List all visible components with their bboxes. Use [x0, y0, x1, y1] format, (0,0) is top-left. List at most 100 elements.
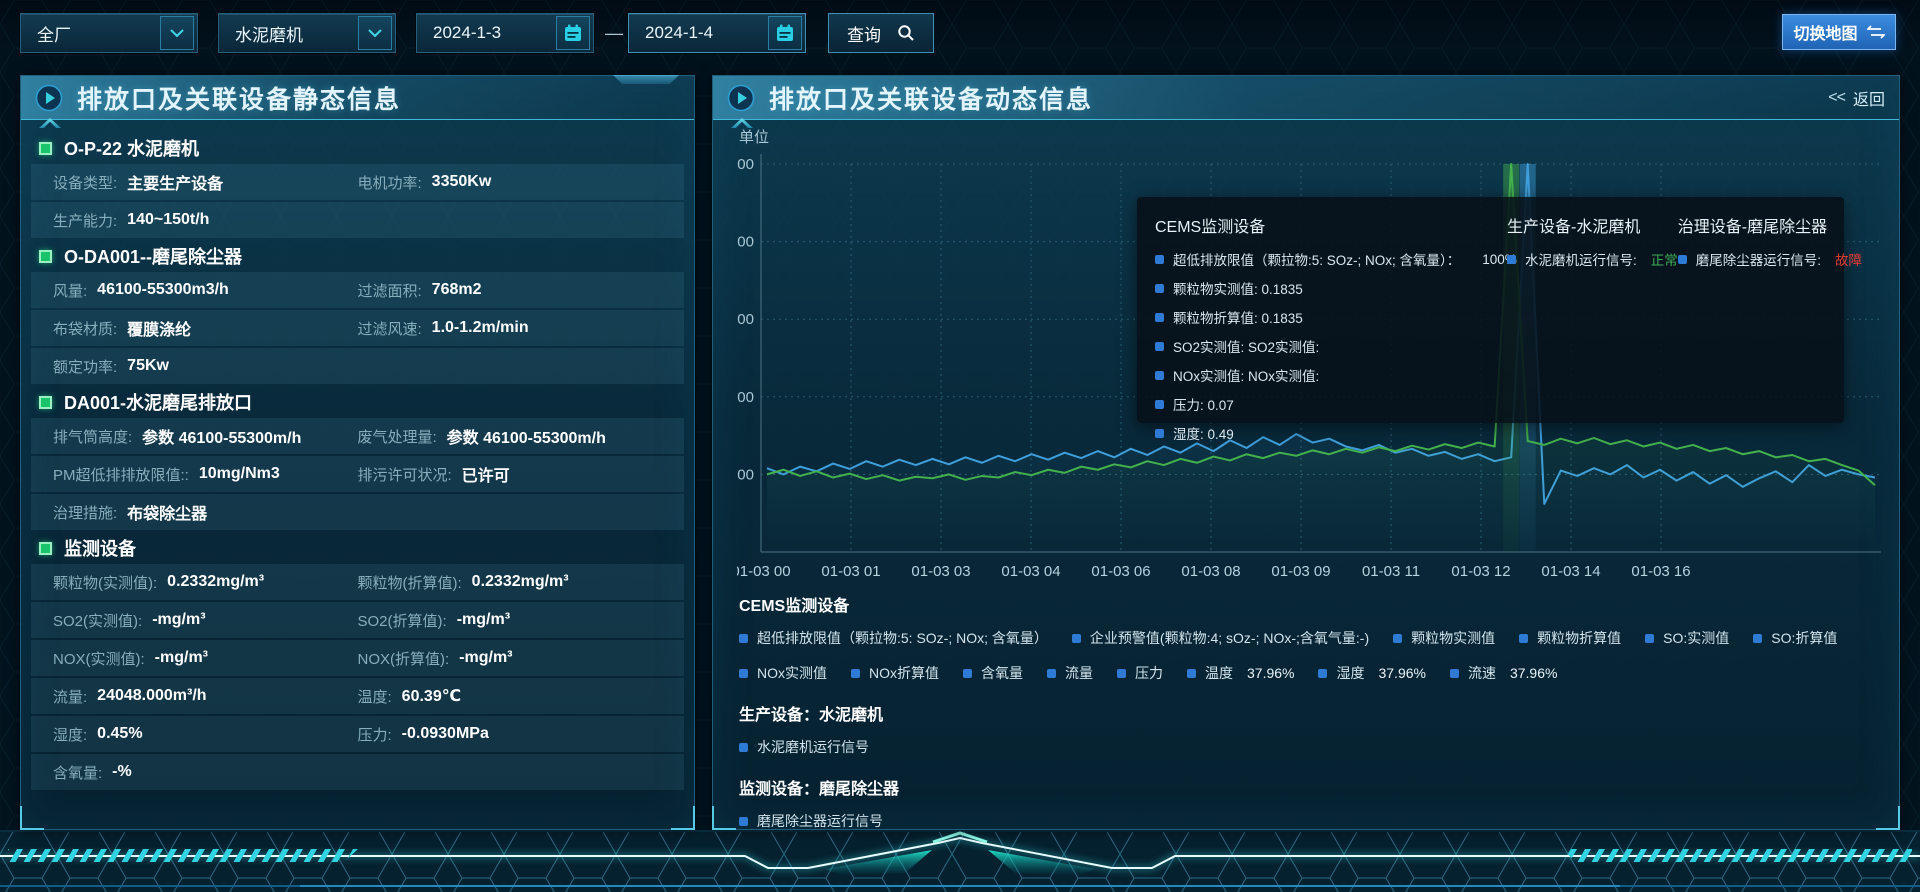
field-value: 24048.000m³/h: [97, 687, 206, 705]
legend-item[interactable]: 颗粒物实测值: [1393, 628, 1495, 648]
section-title: O-P-22 水泥磨机: [64, 135, 199, 161]
back-button[interactable]: << 返回: [1828, 86, 1885, 110]
legend-item[interactable]: 企业预警值(颗粒物:4; sOz-; NOx-;含氧气量:-): [1072, 628, 1369, 648]
chart-tooltip: CEMS监测设备 超低排放限值（颗拉物:5: SOz-; NOx; 含氧量）：1…: [1137, 197, 1844, 423]
legend-prod-title: 生产设备：水泥磨机: [739, 701, 1879, 725]
info-row: 生产能力:140~150t/h: [31, 202, 684, 238]
plant-select-value: 全厂: [21, 21, 160, 46]
legend-item[interactable]: 压力: [1117, 663, 1163, 683]
y-tick-label: 100: [737, 466, 754, 483]
info-cell: 过滤面积:768m2: [358, 272, 482, 308]
info-row: 风量:46100-55300m3/h过滤面积:768m2: [31, 272, 684, 308]
field-value: 0.2332mg/m³: [472, 573, 569, 591]
info-cell: 含氧量:-%: [53, 754, 132, 790]
tooltip-prod-title: 生产设备-水泥磨机: [1507, 213, 1678, 237]
legend-item-value: 37.96%: [1247, 665, 1294, 681]
field-label: 颗粒物(折算值):: [358, 572, 462, 593]
tooltip-item: SO2实测值: SO2实测值:: [1155, 336, 1507, 356]
field-value: 已许可: [462, 462, 510, 486]
info-cell: 电机功率:3350Kw: [358, 164, 492, 200]
end-date-input[interactable]: 2024-1-4: [628, 13, 806, 53]
legend-item[interactable]: SO:折算值: [1753, 628, 1837, 648]
info-row: 布袋材质:覆膜涤纶过滤风速:1.0-1.2m/min: [31, 310, 684, 346]
x-tick-label: 01-03 06: [1091, 563, 1150, 580]
legend-cems-title: CEMS监测设备: [739, 592, 1879, 616]
tooltip-cems-column: CEMS监测设备 超低排放限值（颗拉物:5: SOz-; NOx; 含氧量）：1…: [1155, 213, 1507, 407]
calendar-icon[interactable]: [556, 16, 590, 50]
chevron-down-icon[interactable]: [358, 16, 392, 50]
info-row: NOX(实测值):-mg/m³NOX(折算值):-mg/m³: [31, 640, 684, 676]
chevron-down-icon[interactable]: [160, 16, 194, 50]
legend-item[interactable]: 磨尾除尘器运行信号: [739, 811, 883, 831]
legend-item-label: 压力: [1135, 663, 1163, 683]
legend-item[interactable]: 流速37.96%: [1450, 663, 1557, 683]
info-cell: 排气筒高度:参数 46100-55300m/h: [53, 418, 301, 454]
legend-item-label: 湿度: [1336, 663, 1364, 683]
info-cell: 过滤风速:1.0-1.2m/min: [358, 310, 529, 346]
field-label: 电机功率:: [358, 172, 422, 193]
legend-item-label: SO:实测值: [1663, 628, 1729, 648]
legend-item-label: 含氧量: [981, 663, 1023, 683]
legend-item-label: 超低排放限值（颗拉物:5: SOz-; NOx; 含氧量）: [757, 628, 1048, 648]
legend-item[interactable]: 颗粒物折算值: [1519, 628, 1621, 648]
legend-item-label: NOx折算值: [869, 663, 939, 683]
field-value: 0.2332mg/m³: [167, 573, 264, 591]
legend-item-label: 企业预警值(颗粒物:4; sOz-; NOx-;含氧气量:-): [1090, 628, 1369, 648]
device-select[interactable]: 水泥磨机: [218, 13, 396, 53]
legend-item-label: 流速: [1468, 663, 1496, 683]
legend-item[interactable]: 温度 37.96%: [1187, 663, 1294, 683]
switch-map-button[interactable]: 切换地图: [1782, 14, 1896, 50]
info-row: SO2(实测值):-mg/m³SO2(折算值):-mg/m³: [31, 602, 684, 638]
y-tick-label: 200: [737, 389, 754, 406]
legend-item-label: SO:折算值: [1771, 628, 1837, 648]
field-value: 75Kw: [127, 357, 169, 375]
query-button-label: 查询: [847, 21, 881, 46]
calendar-icon[interactable]: [768, 16, 802, 50]
dynamic-info-header: 排放口及关联设备动态信息 << 返回: [713, 76, 1899, 120]
legend-item[interactable]: NOx实测值: [739, 663, 827, 683]
legend-square-icon: [851, 669, 860, 678]
field-label: 含氧量:: [53, 762, 102, 783]
plant-select[interactable]: 全厂: [20, 13, 198, 53]
info-row: PM超低排排放限值::10mg/Nm3排污许可状况:已许可: [31, 456, 684, 492]
info-cell: 设备类型:主要生产设备: [53, 164, 223, 200]
x-tick-label: 01-03 01: [821, 563, 880, 580]
section-header: DA001-水泥磨尾排放口: [31, 386, 684, 418]
legend-square-icon: [739, 634, 748, 643]
legend-prod-items: 水泥磨机运行信号: [739, 737, 1879, 757]
static-info-title: 排放口及关联设备静态信息: [77, 80, 401, 116]
info-cell: 废气处理量:参数 46100-55300m/h: [358, 418, 606, 454]
device-select-value: 水泥磨机: [219, 21, 358, 46]
info-cell: 温度:60.39℃: [358, 678, 462, 714]
x-tick-label: 01-03 00: [737, 563, 791, 580]
legend-item[interactable]: 湿度37.96%: [1318, 663, 1425, 683]
start-date-input[interactable]: 2024-1-3: [416, 13, 594, 53]
info-cell: 压力:-0.0930MPa: [358, 716, 489, 752]
legend-item[interactable]: 流量: [1047, 663, 1093, 683]
field-label: 治理措施:: [53, 502, 117, 523]
legend-item[interactable]: 超低排放限值（颗拉物:5: SOz-; NOx; 含氧量）: [739, 628, 1048, 648]
legend-item[interactable]: 含氧量: [963, 663, 1023, 683]
dynamic-info-panel: 排放口及关联设备动态信息 << 返回 单位10020030040050001-0…: [712, 75, 1900, 830]
query-button[interactable]: 查询: [828, 13, 934, 53]
status-badge: 正常: [1651, 249, 1678, 269]
tooltip-cems-items: 超低排放限值（颗拉物:5: SOz-; NOx; 含氧量）：100%颗粒物实测值…: [1155, 249, 1507, 452]
legend-item[interactable]: SO:实测值: [1645, 628, 1729, 648]
field-value: 10mg/Nm3: [199, 465, 280, 483]
tooltip-item: 湿度: 0.49: [1155, 423, 1507, 443]
field-label: NOX(折算值):: [358, 648, 450, 669]
date-range-separator: —: [602, 13, 626, 53]
legend-mon-items: 磨尾除尘器运行信号: [739, 811, 1879, 831]
field-value: 60.39℃: [402, 686, 461, 706]
legend-square-icon: [1678, 255, 1687, 264]
legend-square-icon: [1318, 669, 1327, 678]
legend-item[interactable]: 水泥磨机运行信号: [739, 737, 869, 757]
legend-item[interactable]: NOx折算值: [851, 663, 939, 683]
corner-bracket: [1876, 806, 1900, 830]
section-header: 监测设备: [31, 532, 684, 564]
section-title: 监测设备: [64, 535, 136, 561]
legend-item-label: 温度: [1205, 663, 1233, 683]
legend-item-label: NOx实测值: [757, 663, 827, 683]
field-label: 生产能力:: [53, 210, 117, 231]
legend-item-label: 流量: [1065, 663, 1093, 683]
